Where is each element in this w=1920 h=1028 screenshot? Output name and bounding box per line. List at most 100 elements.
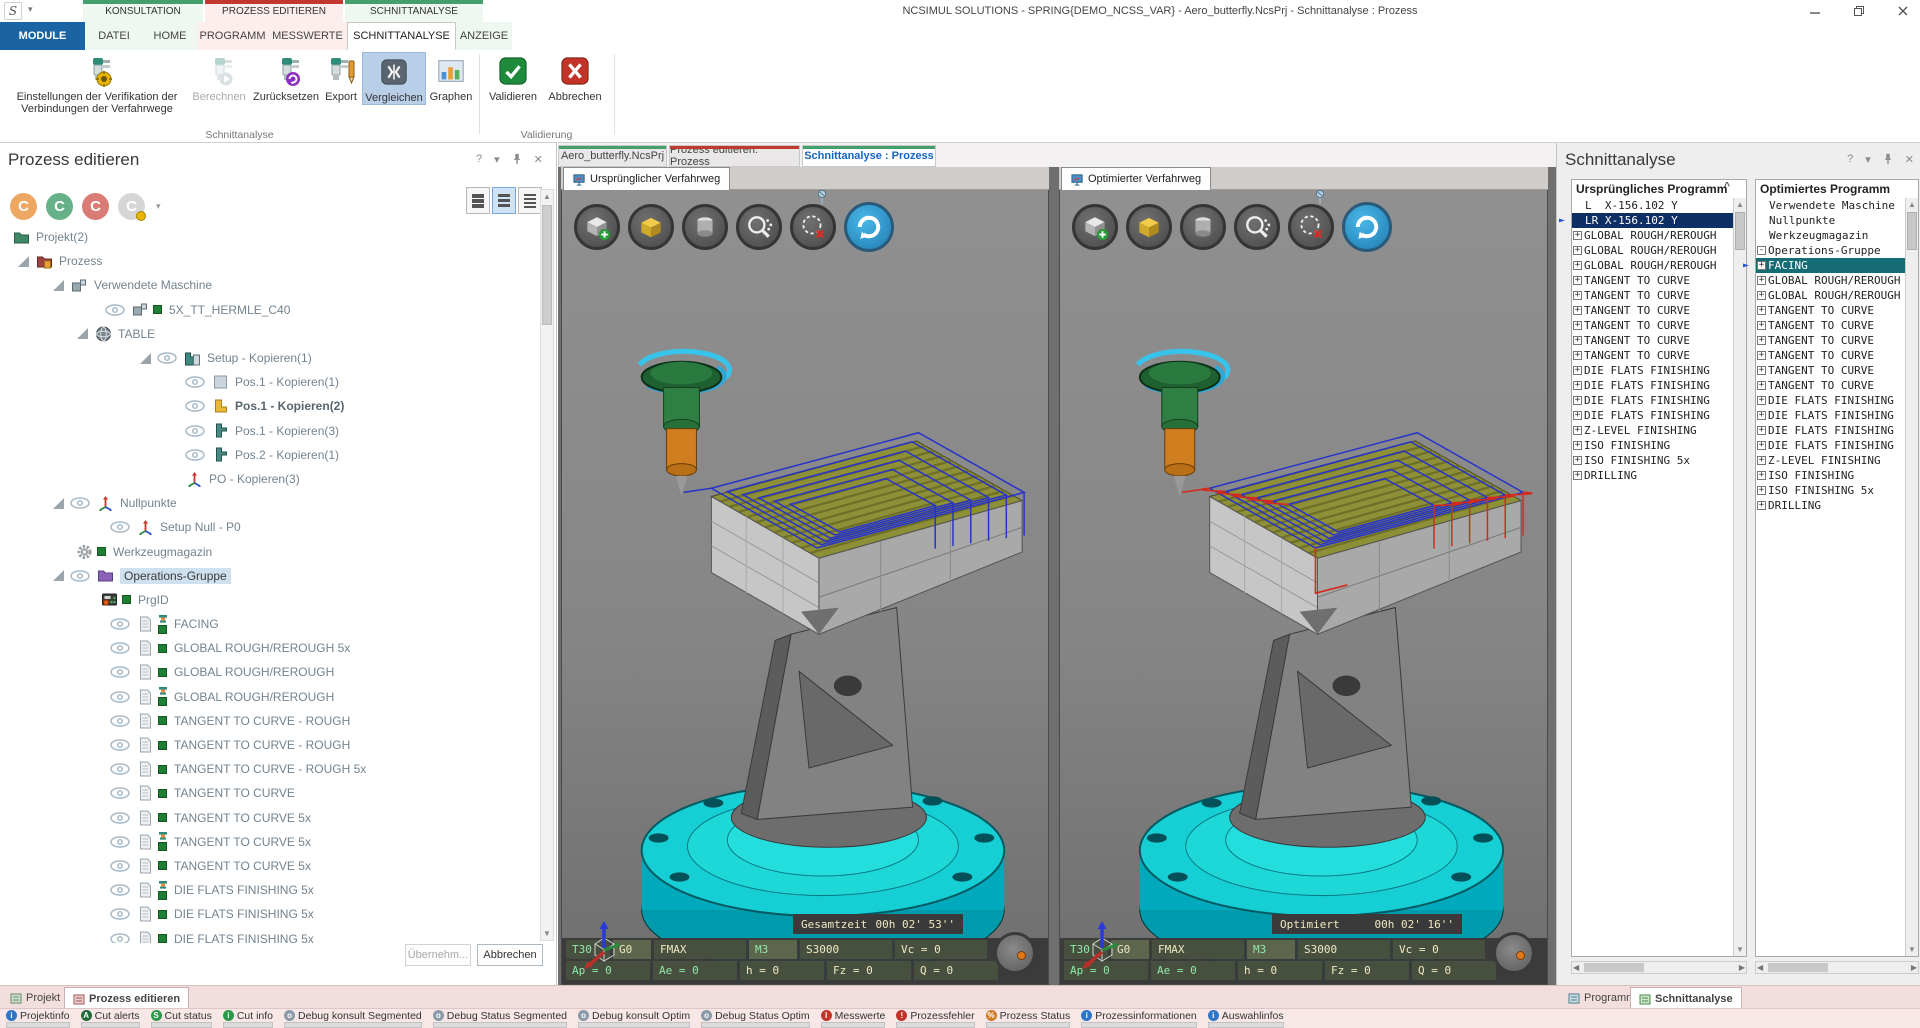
panel-help-icon[interactable]: ? — [476, 153, 482, 168]
viewport-tab-optimized[interactable]: Optimierter Verfahrweg — [1061, 167, 1211, 190]
tree-item[interactable]: TANGENT TO CURVE 5x — [0, 806, 536, 830]
program-line[interactable]: +ISO FINISHING 5x — [1756, 483, 1905, 498]
expand-plus-icon[interactable]: + — [1757, 306, 1766, 315]
display-stock-button[interactable] — [1126, 204, 1172, 250]
doc-tab-prozess-editieren[interactable]: Prozess editieren: Prozess — [669, 145, 800, 167]
statusbar-item[interactable]: oDebug Status Optim — [701, 1009, 810, 1028]
tree-item[interactable]: Prozess — [0, 249, 536, 273]
validieren-button[interactable]: Validieren — [484, 52, 542, 103]
tree-item[interactable]: TANGENT TO CURVE — [0, 781, 536, 805]
tree-item[interactable]: Pos.1 - Kopieren(2) — [0, 394, 536, 418]
panel-help-icon[interactable]: ? — [1847, 153, 1853, 168]
tree-item[interactable]: FACING — [0, 612, 536, 636]
expander-icon[interactable] — [140, 353, 151, 364]
tree-item[interactable]: Pos.2 - Kopieren(1) — [0, 443, 536, 467]
abbrechen-panel-button[interactable]: Abbrechen — [477, 944, 543, 966]
expand-plus-icon[interactable]: + — [1757, 456, 1766, 465]
program-line[interactable]: +TANGENT TO CURVE — [1756, 348, 1905, 363]
app-logo-icon[interactable]: S — [4, 2, 22, 20]
reset-settings-button[interactable]: C — [118, 193, 145, 220]
program-line[interactable]: +DIE FLATS FINISHING — [1756, 408, 1905, 423]
visibility-eye-icon[interactable] — [185, 425, 207, 437]
expand-plus-icon[interactable]: + — [1757, 336, 1766, 345]
expand-plus-icon[interactable]: + — [1573, 351, 1582, 360]
abbrechen-button[interactable]: Abbrechen — [544, 52, 606, 103]
chevron-down-icon[interactable]: ▾ — [494, 153, 500, 168]
program-line[interactable]: +GLOBAL ROUGH/REROUGH — [1572, 243, 1733, 258]
minimize-button[interactable] — [1808, 4, 1822, 18]
tree-item[interactable]: TANGENT TO CURVE - ROUGH — [0, 733, 536, 757]
program-line[interactable]: +TANGENT TO CURVE — [1572, 273, 1733, 288]
program-line[interactable]: +Z-LEVEL FINISHING — [1572, 423, 1733, 438]
visibility-eye-icon[interactable] — [185, 449, 207, 461]
program-line[interactable]: +ISO FINISHING — [1572, 438, 1733, 453]
restore-button[interactable] — [1852, 4, 1866, 18]
pin-icon[interactable] — [512, 153, 522, 168]
visibility-eye-icon[interactable] — [110, 618, 132, 630]
deselect-button[interactable] — [790, 204, 836, 250]
expand-plus-icon[interactable]: + — [1573, 261, 1582, 270]
program-line[interactable]: Verwendete Maschine — [1756, 198, 1905, 213]
visibility-eye-icon[interactable] — [110, 763, 132, 775]
expand-plus-icon[interactable]: + — [1573, 441, 1582, 450]
visibility-eye-icon[interactable] — [110, 836, 132, 848]
visibility-eye-icon[interactable] — [110, 860, 132, 872]
program-line[interactable]: +DIE FLATS FINISHING — [1756, 438, 1905, 453]
statusbar-item[interactable]: oDebug konsult Optim — [578, 1009, 690, 1028]
program-line[interactable]: +DIE FLATS FINISHING — [1572, 378, 1733, 393]
program-line[interactable]: +GLOBAL ROUGH/REROUGH — [1572, 228, 1733, 243]
expand-plus-icon[interactable]: + — [1757, 426, 1766, 435]
expand-plus-icon[interactable]: + — [1757, 366, 1766, 375]
program-line[interactable]: +GLOBAL ROUGH/REROUGH — [1572, 258, 1733, 273]
visibility-eye-icon[interactable] — [110, 933, 132, 943]
viewport-optimized[interactable]: Optimierter Verfahrweg Optimiert 00h 02'… — [1059, 167, 1548, 985]
tree-item[interactable]: GLOBAL ROUGH/REROUGH 5x — [0, 636, 536, 660]
tab-prozess-editieren-bottom[interactable]: Prozess editieren — [64, 987, 189, 1009]
original-hscrollbar[interactable]: ◀▶ — [1571, 961, 1747, 974]
program-line[interactable]: +GLOBAL ROUGH/REROUGH — [1756, 273, 1905, 288]
visibility-eye-icon[interactable] — [110, 908, 132, 920]
expand-plus-icon[interactable]: + — [1573, 276, 1582, 285]
rotate-view-button[interactable] — [1342, 202, 1392, 252]
program-line[interactable]: -Operations-Gruppe — [1756, 243, 1905, 258]
expand-plus-icon[interactable]: + — [1573, 291, 1582, 300]
tree-item[interactable]: PrgID — [0, 588, 536, 612]
program-line[interactable]: +TANGENT TO CURVE — [1572, 318, 1733, 333]
quick-access-arrow-icon[interactable]: ▾ — [28, 4, 33, 15]
visibility-eye-icon[interactable] — [110, 521, 132, 533]
chevron-down-icon[interactable]: ▾ — [1865, 153, 1871, 168]
display-tool-button[interactable] — [682, 204, 728, 250]
program-line[interactable]: +DIE FLATS FINISHING — [1572, 363, 1733, 378]
visibility-eye-icon[interactable] — [185, 376, 207, 388]
statusbar-item[interactable]: oDebug Status Segmented — [433, 1009, 567, 1028]
zoom-button[interactable] — [1234, 204, 1280, 250]
visibility-eye-icon[interactable] — [110, 884, 132, 896]
expand-plus-icon[interactable]: + — [1757, 486, 1766, 495]
tree-item[interactable]: PO - Kopieren(3) — [0, 467, 536, 491]
collapse-minus-icon[interactable]: - — [1757, 246, 1766, 255]
display-stock-button[interactable] — [628, 204, 674, 250]
expand-plus-icon[interactable]: + — [1757, 501, 1766, 510]
statusbar-item[interactable]: iAuswahlinfos — [1208, 1009, 1284, 1028]
program-line[interactable]: +DIE FLATS FINISHING — [1756, 393, 1905, 408]
visibility-eye-icon[interactable] — [70, 497, 92, 509]
expand-plus-icon[interactable]: + — [1573, 321, 1582, 330]
viewport-canvas[interactable]: Optimiert 00h 02' 16'' T30G0FMAXM3S3000V… — [1059, 190, 1548, 985]
context-tab-schnittanalyse[interactable]: SCHNITTANALYSE — [345, 0, 483, 22]
view-detail-button[interactable] — [518, 187, 542, 214]
view-normal-button[interactable] — [492, 187, 516, 214]
tab-home[interactable]: HOME — [143, 22, 197, 50]
tree-scrollbar[interactable]: ▲ ▼ — [540, 189, 554, 941]
vergleichen-button[interactable]: Vergleichen — [362, 52, 426, 105]
statusbar-item[interactable]: iProjektinfo — [6, 1009, 70, 1028]
program-line[interactable]: ►LR X-156.102 Y — [1572, 213, 1733, 228]
tab-datei[interactable]: DATEI — [85, 22, 143, 50]
probe-target-button[interactable] — [1493, 932, 1535, 974]
tree-item[interactable]: Setup Null - P0 — [0, 515, 536, 539]
tab-schnittanalyse[interactable]: SCHNITTANALYSE — [347, 22, 456, 50]
tree-item[interactable]: Werkzeugmagazin — [0, 539, 536, 563]
expand-plus-icon[interactable]: + — [1757, 411, 1766, 420]
undo-orange-button[interactable]: C — [10, 193, 37, 220]
expand-plus-icon[interactable]: + — [1757, 396, 1766, 405]
tree-item[interactable]: 5X_TT_HERMLE_C40 — [0, 298, 536, 322]
